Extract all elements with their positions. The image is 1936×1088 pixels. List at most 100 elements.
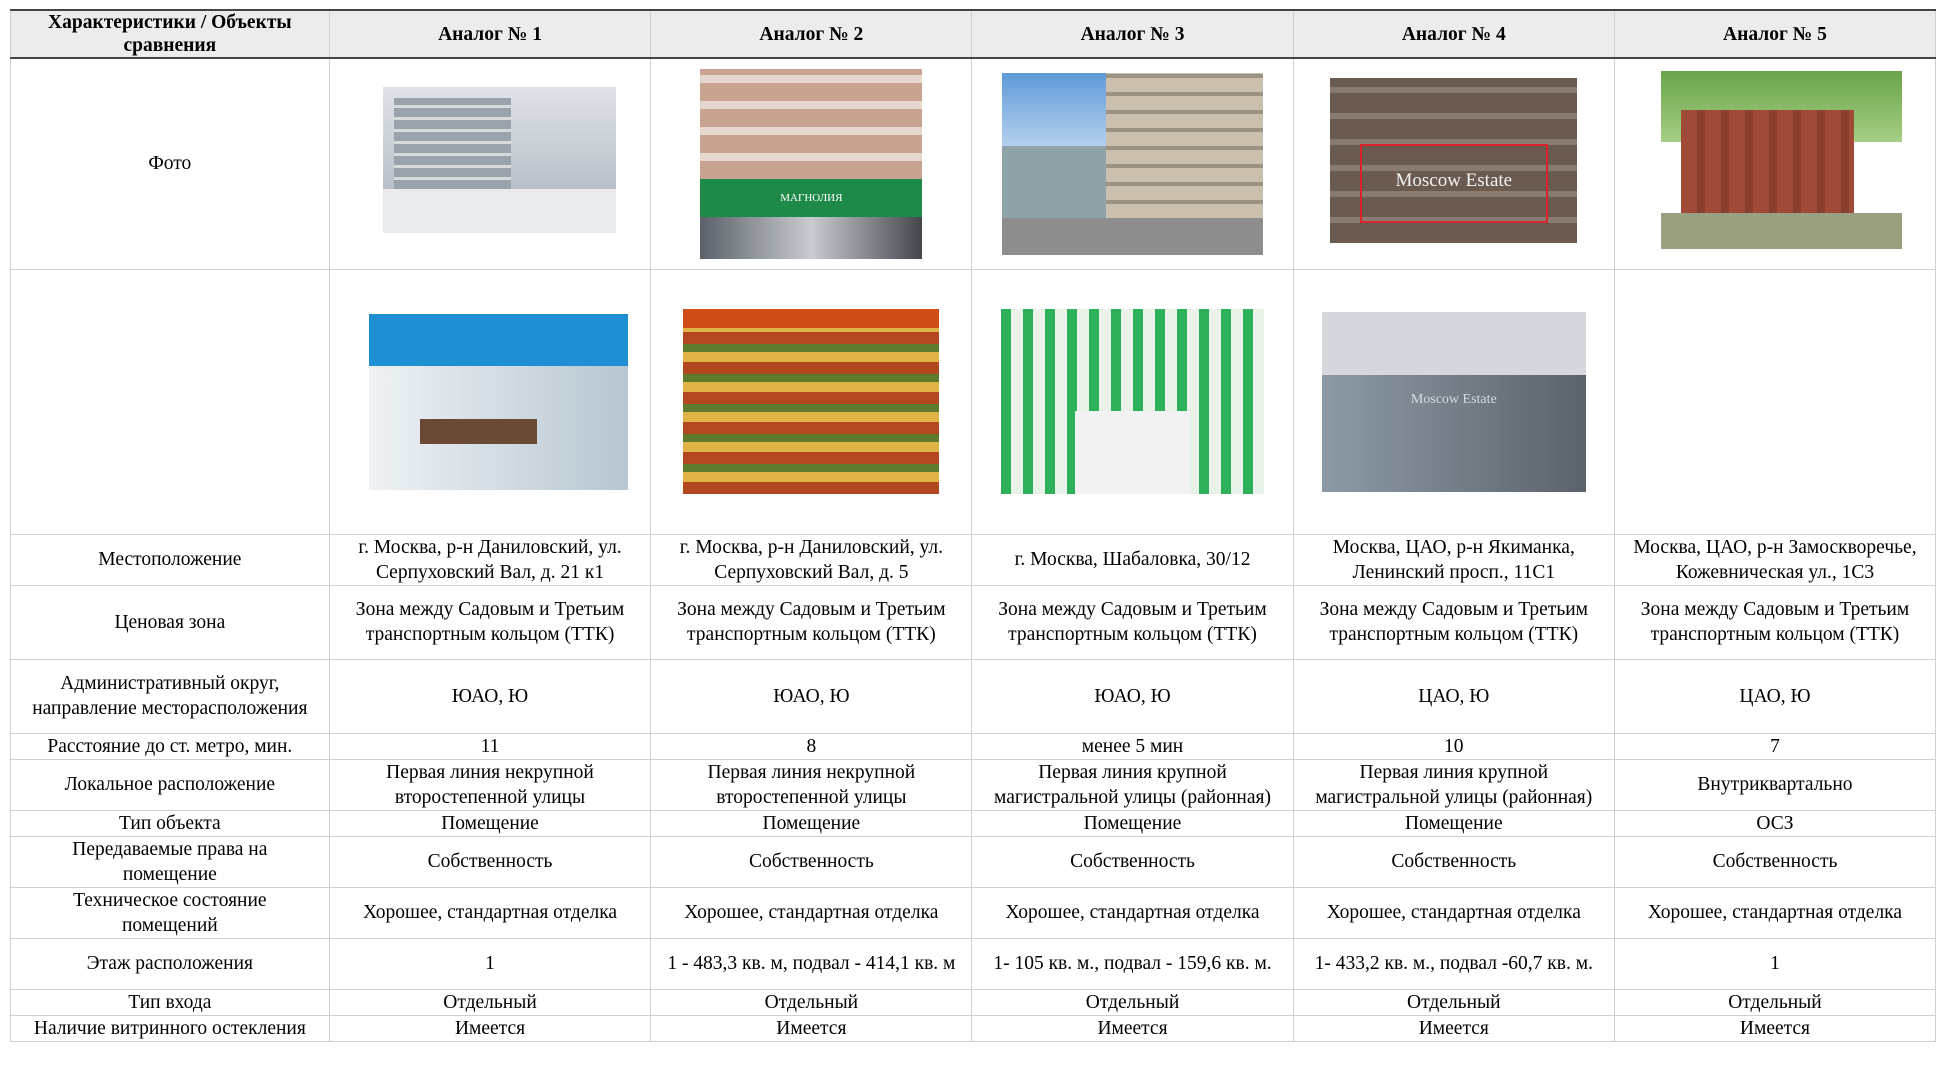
table-cell: Собственность	[1613, 835, 1936, 888]
table-cell: 1	[1613, 937, 1936, 990]
table-cell: ЮАО, Ю	[328, 658, 652, 734]
table-cell: ОСЗ	[1613, 809, 1936, 837]
watermark-4b: Moscow Estate	[1410, 391, 1497, 407]
facade-photo-5	[1661, 70, 1903, 249]
table-cell: Зона между Садовым и Третьим транспортны…	[328, 584, 652, 660]
table-cell: ЮАО, Ю	[971, 658, 1294, 734]
table-row: Тип объекта Помещение Помещение Помещение По…	[10, 809, 1936, 837]
table-cell: 1- 105 кв. м., подвал - 159,6 кв. м.	[971, 937, 1294, 990]
table-cell: 11	[328, 732, 652, 760]
table-cell: Собственность	[971, 835, 1294, 888]
table-cell: 1	[328, 937, 652, 990]
photo-row-exterior: Фото МАГНОЛИЯ Moscow Estate	[10, 57, 1936, 270]
table-row: Наличие витринного остекления Имеется Имее…	[10, 1014, 1936, 1042]
header-analog-3: Аналог № 3	[971, 9, 1294, 59]
row-label: Локальное расположение	[10, 758, 330, 811]
watermark-4: Moscow Estate	[1359, 144, 1548, 223]
table-cell: Москва, ЦАО, р-н Якиманка, Ленинский про…	[1292, 533, 1615, 586]
table-cell: 1 - 483,3 кв. м, подвал - 414,1 кв. м	[650, 937, 973, 990]
table-cell: Зона между Садовым и Третьим транспортны…	[1292, 584, 1615, 660]
table-row: Этаж расположения 1 1 - 483,3 кв. м, подва…	[10, 937, 1936, 990]
table-cell: Зона между Садовым и Третьим транспортны…	[650, 584, 973, 660]
table-cell: г. Москва, р-н Даниловский, ул. Серпухов…	[650, 533, 973, 586]
table-cell: менее 5 мин	[971, 732, 1294, 760]
table-cell: Помещение	[1292, 809, 1615, 837]
table-cell: Зона между Садовым и Третьим транспортны…	[1613, 584, 1936, 660]
table-cell: ЮАО, Ю	[650, 658, 973, 734]
table-cell: Помещение	[650, 809, 973, 837]
table-cell: Собственность	[1292, 835, 1615, 888]
header-row: Характеристики / Объекты сравнения Анало…	[10, 9, 1936, 59]
table-row: Местоположение г. Москва, р-н Даниловский…	[10, 533, 1936, 586]
header-analog-1: Аналог № 1	[328, 9, 652, 59]
table-cell: Имеется	[1613, 1014, 1936, 1042]
table-cell: Имеется	[1292, 1014, 1615, 1042]
header-analog-4: Аналог № 4	[1292, 9, 1615, 59]
table-cell: Хорошее, стандартная отделка	[971, 886, 1294, 939]
table-cell: Хорошее, стандартная отделка	[1292, 886, 1615, 939]
table-cell: 1- 433,2 кв. м., подвал -60,7 кв. м.	[1292, 937, 1615, 990]
row-label: Расстояние до ст. метро, мин.	[10, 732, 330, 760]
table-cell: ЦАО, Ю	[1292, 658, 1615, 734]
table-cell: Отдельный	[650, 988, 973, 1016]
table-cell: Имеется	[650, 1014, 973, 1042]
row-label: Административный округ, направление мест…	[10, 658, 330, 734]
row-label: Наличие витринного остекления	[10, 1014, 330, 1042]
table-cell: Первая линия некрупной второстепенной ул…	[328, 758, 652, 811]
table-cell: Москва, ЦАО, р-н Замоскворечье, Кожевнич…	[1613, 533, 1936, 586]
table-cell: Помещение	[971, 809, 1294, 837]
facade-photo-2-sign: МАГНОЛИЯ	[700, 178, 923, 217]
row-label: Передаваемые права на помещение	[10, 835, 330, 888]
facade-photo-2: МАГНОЛИЯ	[700, 68, 923, 259]
row-label: Техническое состояние помещений	[10, 886, 330, 939]
table-cell: ЦАО, Ю	[1613, 658, 1936, 734]
table-row: Административный округ, направление мест…	[10, 658, 1936, 734]
table-row: Ценовая зона Зона между Садовым и Третьим…	[10, 584, 1936, 660]
header-characteristics: Характеристики / Объекты сравнения	[10, 9, 330, 59]
table-cell: Собственность	[328, 835, 652, 888]
row-label: Ценовая зона	[10, 584, 330, 660]
row-label: Тип объекта	[10, 809, 330, 837]
row-label: Тип входа	[10, 988, 330, 1016]
row-label: Этаж расположения	[10, 937, 330, 990]
photo-row-interior: Moscow Estate	[10, 268, 1936, 535]
table-row: Расстояние до ст. метро, мин. 11 8 менее 5 …	[10, 732, 1936, 760]
row-label: Местоположение	[10, 533, 330, 586]
facade-photo-4: Moscow Estate	[1330, 78, 1578, 244]
table-cell: Имеется	[328, 1014, 652, 1042]
table-cell: 10	[1292, 732, 1615, 760]
table-cell: Первая линия крупной магистральной улицы…	[971, 758, 1294, 811]
table-row: Локальное расположение Первая линия некру…	[10, 758, 1936, 811]
table-cell: Хорошее, стандартная отделка	[328, 886, 652, 939]
table-cell: г. Москва, р-н Даниловский, ул. Серпухов…	[328, 533, 652, 586]
header-analog-5: Аналог № 5	[1613, 9, 1936, 59]
photo-row-label: Фото	[10, 57, 330, 270]
table-row: Тип входа Отдельный Отдельный Отдельный Отде…	[10, 988, 1936, 1016]
table-cell: Хорошее, стандартная отделка	[650, 886, 973, 939]
table-cell: Помещение	[328, 809, 652, 837]
facade-photo-3	[1002, 72, 1263, 255]
facade-photo-1	[382, 86, 616, 233]
table-cell: Первая линия крупной магистральной улицы…	[1292, 758, 1615, 811]
table-cell: Отдельный	[971, 988, 1294, 1016]
comparison-table: Характеристики / Объекты сравнения Анало…	[10, 9, 1936, 1042]
interior-photo-4: Moscow Estate	[1321, 311, 1586, 492]
table-cell: Имеется	[971, 1014, 1294, 1042]
table-cell: Отдельный	[1613, 988, 1936, 1016]
table-row: Передаваемые права на помещение Собственн…	[10, 835, 1936, 888]
header-analog-2: Аналог № 2	[650, 9, 973, 59]
table-cell: г. Москва, Шабаловка, 30/12	[971, 533, 1294, 586]
table-cell: 8	[650, 732, 973, 760]
table-cell: Отдельный	[328, 988, 652, 1016]
table-cell: Первая линия некрупной второстепенной ул…	[650, 758, 973, 811]
table-cell: Хорошее, стандартная отделка	[1613, 886, 1936, 939]
table-cell: 7	[1613, 732, 1936, 760]
interior-photo-2	[683, 309, 940, 494]
table-cell: Собственность	[650, 835, 973, 888]
interior-photo-1	[368, 313, 628, 490]
table-cell: Отдельный	[1292, 988, 1615, 1016]
table-row: Техническое состояние помещений Хорошее, …	[10, 886, 1936, 939]
table-cell: Зона между Садовым и Третьим транспортны…	[971, 584, 1294, 660]
table-cell: Внутриквартально	[1613, 758, 1936, 811]
interior-photo-3	[1001, 309, 1264, 494]
